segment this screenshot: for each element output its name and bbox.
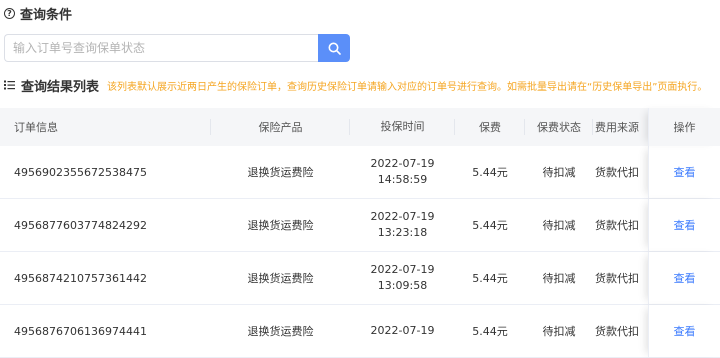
insure-date: 2022-07-19 <box>370 263 435 276</box>
list-icon <box>4 80 15 90</box>
view-link[interactable]: 查看 <box>674 217 696 233</box>
search-button[interactable] <box>318 34 350 62</box>
fee-source: 货款代扣 <box>595 325 639 338</box>
premium: 5.44元 <box>472 272 508 285</box>
order-id: 4956902355672538475 <box>14 165 147 179</box>
fee-source: 货款代扣 <box>595 219 639 232</box>
help-circle-icon: ? <box>4 7 15 19</box>
header-product: 保险产品 <box>211 108 350 146</box>
results-table: 订单信息 保险产品 投保时间 保费 保费状态 费用来源 操作 495690235… <box>0 108 720 358</box>
product-name: 退换货运费险 <box>247 272 314 285</box>
action-cell: 查看 <box>648 305 720 357</box>
premium-status: 待扣减 <box>542 272 576 285</box>
premium-status: 待扣减 <box>542 219 576 232</box>
table-header: 订单信息 保险产品 投保时间 保费 保费状态 费用来源 操作 <box>0 108 720 146</box>
table-row: 4956876706136974441 退换货运费险 2022-07-19 5.… <box>0 305 720 358</box>
order-id: 4956877603774824292 <box>14 218 147 232</box>
action-cell: 查看 <box>648 252 720 304</box>
premium: 5.44元 <box>472 166 508 179</box>
insure-clock: 14:58:59 <box>377 173 428 186</box>
insure-time: 2022-07-19 <box>350 305 455 357</box>
fee-source: 货款代扣 <box>595 272 639 285</box>
search-icon <box>328 42 341 55</box>
search-bar <box>4 34 350 62</box>
fee-source: 货款代扣 <box>595 166 639 179</box>
insure-time: 2022-07-19 13:23:18 <box>350 199 455 251</box>
table-row: 4956902355672538475 退换货运费险 2022-07-19 14… <box>0 146 720 199</box>
table-row: 4956877603774824292 退换货运费险 2022-07-19 13… <box>0 199 720 252</box>
results-title: 查询结果列表 <box>21 79 100 95</box>
order-id: 4956874210757361442 <box>14 271 147 285</box>
results-note: 该列表默认展示近两日产生的保险订单，查询历史保险订单请输入对应的订单号进行查询。… <box>107 81 708 93</box>
premium: 5.44元 <box>472 325 508 338</box>
view-link[interactable]: 查看 <box>674 270 696 286</box>
results-header: 查询结果列表 该列表默认展示近两日产生的保险订单，查询历史保险订单请输入对应的订… <box>4 76 708 95</box>
query-section-title: ? 查询条件 <box>4 4 73 23</box>
action-cell: 查看 <box>648 199 720 251</box>
product-name: 退换货运费险 <box>247 166 314 179</box>
insure-time: 2022-07-19 14:58:59 <box>350 146 455 198</box>
header-fee-source: 费用来源 <box>595 121 639 134</box>
header-premium: 保费 <box>455 108 525 146</box>
insure-clock: 13:09:58 <box>377 279 428 292</box>
header-order-info: 订单信息 <box>0 108 211 146</box>
query-section-label: 查询条件 <box>20 7 73 23</box>
insure-time: 2022-07-19 13:09:58 <box>350 252 455 304</box>
header-insure-time: 投保时间 <box>350 108 455 146</box>
premium: 5.44元 <box>472 219 508 232</box>
premium-status: 待扣减 <box>542 325 576 338</box>
insure-date: 2022-07-19 <box>370 157 435 170</box>
table-row: 4956874210757361442 退换货运费险 2022-07-19 13… <box>0 252 720 305</box>
product-name: 退换货运费险 <box>247 219 314 232</box>
insure-clock: 13:23:18 <box>377 226 428 239</box>
header-premium-status: 保费状态 <box>525 108 593 146</box>
order-id: 4956876706136974441 <box>14 324 147 338</box>
action-cell: 查看 <box>648 146 720 198</box>
insure-date: 2022-07-19 <box>370 210 435 223</box>
view-link[interactable]: 查看 <box>674 164 696 180</box>
header-action: 操作 <box>648 108 720 146</box>
product-name: 退换货运费险 <box>247 325 314 338</box>
premium-status: 待扣减 <box>542 166 576 179</box>
view-link[interactable]: 查看 <box>674 323 696 339</box>
insure-date: 2022-07-19 <box>370 324 435 337</box>
search-input[interactable] <box>4 34 318 62</box>
